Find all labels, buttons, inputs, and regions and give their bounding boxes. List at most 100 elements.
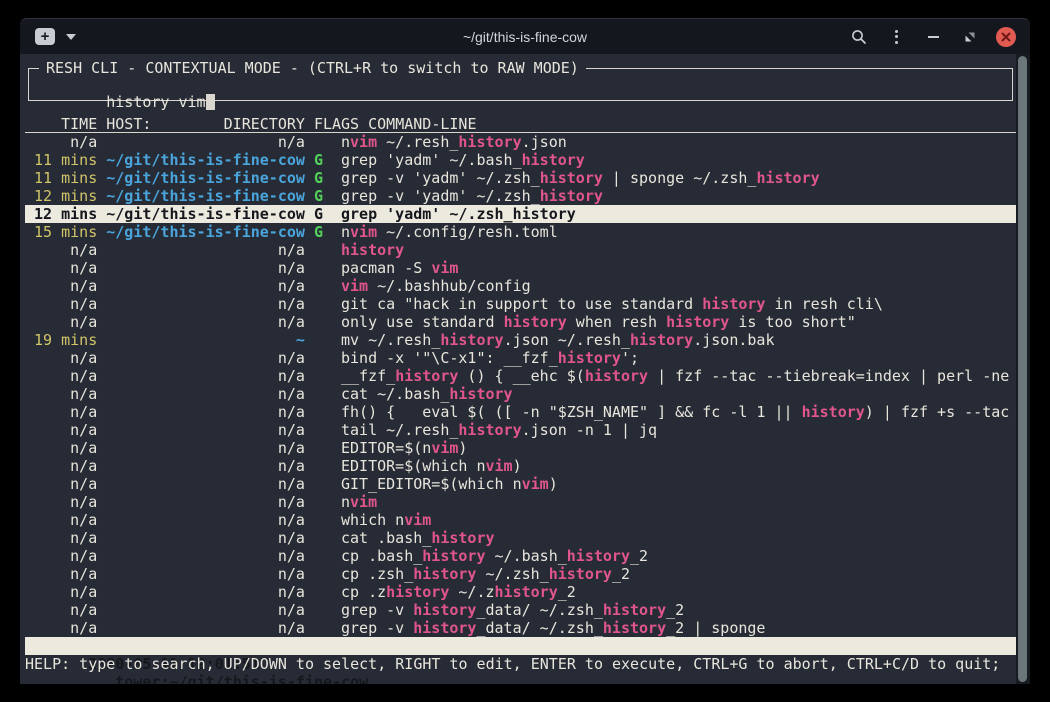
command-match-text: history — [413, 601, 476, 619]
command-text: fh() { eval $( ([ -n "$ZSH_NAME" ] && fc… — [341, 403, 802, 421]
history-row[interactable]: n/an/aEDITOR=$(nvim) — [25, 439, 1016, 457]
row-directory: n/a — [106, 619, 305, 637]
scrollbar-thumb[interactable] — [1018, 56, 1027, 682]
row-command: grep -v history_data/ ~/.zsh_history_2 — [341, 601, 1016, 619]
row-command: grep -v 'yadm' ~/.zsh_history — [341, 187, 1016, 205]
command-match-text: history — [449, 385, 512, 403]
search-button[interactable] — [848, 26, 870, 48]
search-icon — [851, 29, 867, 45]
row-command: GIT_EDITOR=$(which nvim) — [341, 475, 1016, 493]
history-row[interactable]: n/an/abind -x '"\C-x1": __fzf_history'; — [25, 349, 1016, 367]
row-flags — [314, 403, 323, 421]
search-input[interactable]: history vim — [29, 69, 1012, 129]
row-time: 12 mins — [25, 205, 97, 223]
row-time: n/a — [25, 475, 97, 493]
row-flags: G — [314, 205, 323, 223]
row-time: n/a — [25, 421, 97, 439]
row-directory: ~/git/this-is-fine-cow — [106, 151, 305, 169]
command-text: | sponge ~/.zsh_ — [603, 169, 757, 187]
history-row[interactable]: n/an/aonly use standard history when res… — [25, 313, 1016, 331]
row-flags — [314, 493, 323, 511]
row-time: n/a — [25, 385, 97, 403]
history-row[interactable]: n/an/acp .zhistory ~/.zhistory_2 — [25, 583, 1016, 601]
row-directory: n/a — [106, 601, 305, 619]
command-match-text: history — [386, 583, 449, 601]
row-directory: n/a — [106, 439, 305, 457]
history-row[interactable]: n/a n/a tail ~/.resh_history.json -n 1 | j… — [25, 421, 1016, 439]
history-row[interactable]: n/an/avim ~/.bashhub/config — [25, 277, 1016, 295]
row-directory: n/a — [106, 259, 305, 277]
row-time: n/a — [25, 367, 97, 385]
command-text: bind -x '"\C-x1": __fzf_ — [341, 349, 558, 367]
command-match-text: history — [802, 403, 865, 421]
history-row[interactable]: 11 mins~/git/this-is-fine-cowGgrep 'yadm… — [25, 151, 1016, 169]
command-text: cat .bash_ — [341, 529, 431, 547]
command-text: grep -v — [341, 601, 413, 619]
row-flags: G — [314, 151, 323, 169]
minimize-button[interactable] — [922, 26, 944, 48]
row-flags — [314, 547, 323, 565]
row-directory: n/a — [106, 529, 305, 547]
command-match-text: history — [431, 529, 494, 547]
row-command: vim ~/.bashhub/config — [341, 277, 1016, 295]
command-match-text: vim — [522, 475, 549, 493]
history-row[interactable]: n/an/ahistory — [25, 241, 1016, 259]
history-row[interactable]: n/an/agit ca "hack in support to use sta… — [25, 295, 1016, 313]
history-row[interactable]: n/an/awhich nvim — [25, 511, 1016, 529]
new-tab-button[interactable]: + — [35, 28, 55, 45]
history-row[interactable]: n/an/agrep -v history_data/ ~/.zsh_histo… — [25, 601, 1016, 619]
titlebar: + ~/git/this-is-fine-cow — [20, 18, 1030, 54]
row-time: 12 mins — [25, 187, 97, 205]
history-row[interactable]: n/an/aEDITOR=$(which nvim) — [25, 457, 1016, 475]
history-row[interactable]: 19 mins~mv ~/.resh_history.json ~/.resh_… — [25, 331, 1016, 349]
command-match-text: vim — [431, 439, 458, 457]
command-text: cp .zsh_ — [341, 565, 413, 583]
row-command: bind -x '"\C-x1": __fzf_history'; — [341, 349, 1016, 367]
history-row-selected[interactable]: 12 mins~/git/this-is-fine-cowGgrep 'yadm… — [25, 205, 1016, 223]
command-text: is too short" — [729, 313, 855, 331]
history-row[interactable]: n/an/anvim — [25, 493, 1016, 511]
restore-button[interactable] — [959, 26, 981, 48]
row-flags — [314, 529, 323, 547]
row-flags: G — [314, 223, 323, 241]
row-flags: G — [314, 187, 323, 205]
row-command: cp .zsh_history ~/.zsh_history_2 — [341, 565, 1016, 583]
command-text: cat ~/.bash_ — [341, 385, 449, 403]
row-flags — [314, 457, 323, 475]
history-row[interactable]: 11 mins~/git/this-is-fine-cowGgrep -v 'y… — [25, 169, 1016, 187]
command-match-text: history — [504, 313, 567, 331]
history-row[interactable]: n/an/acp .bash_history ~/.bash_history_2 — [25, 547, 1016, 565]
command-match-text: history — [540, 169, 603, 187]
row-directory: ~/git/this-is-fine-cow — [106, 205, 305, 223]
history-row[interactable]: n/an/acat .bash_history — [25, 529, 1016, 547]
history-row[interactable]: 15 mins~/git/this-is-fine-cowGnvim ~/.co… — [25, 223, 1016, 241]
history-row[interactable]: n/an/aGIT_EDITOR=$(which nvim) — [25, 475, 1016, 493]
menu-button[interactable] — [885, 26, 907, 48]
row-directory: n/a — [106, 421, 305, 439]
history-row[interactable]: n/an/acat ~/.bash_history — [25, 385, 1016, 403]
history-row[interactable]: n/an/anvim ~/.resh_history.json — [25, 133, 1016, 151]
close-button[interactable] — [996, 27, 1016, 47]
terminal-content: RESH CLI - CONTEXTUAL MODE - (CTRL+R to … — [20, 54, 1016, 684]
row-flags — [314, 367, 323, 385]
row-time: n/a — [25, 619, 97, 637]
row-time: 11 mins — [25, 169, 97, 187]
command-match-text: vim — [341, 277, 368, 295]
scrollbar[interactable] — [1016, 54, 1030, 684]
history-row[interactable]: n/an/apacman -S vim — [25, 259, 1016, 277]
history-row[interactable]: n/an/afh() { eval $( ([ -n "$ZSH_NAME" ]… — [25, 403, 1016, 421]
row-command: tail ~/.resh_history.json -n 1 | jq — [341, 421, 1016, 439]
command-text: ) — [549, 475, 558, 493]
history-row[interactable]: n/an/acp .zsh_history ~/.zsh_history_2 — [25, 565, 1016, 583]
command-text: () { __ehc $( — [458, 367, 584, 385]
history-row[interactable]: 12 mins~/git/this-is-fine-cowGgrep -v 'y… — [25, 187, 1016, 205]
command-match-text: history — [395, 367, 458, 385]
command-match-text: history — [513, 205, 576, 223]
command-text: in resh cli\ — [765, 295, 882, 313]
history-row[interactable]: n/an/a__fzf_history () { __ehc $(history… — [25, 367, 1016, 385]
command-match-text: history — [603, 601, 666, 619]
history-table-body: n/an/anvim ~/.resh_history.json11 mins~/… — [25, 133, 1016, 637]
tab-dropdown-button[interactable] — [66, 34, 76, 40]
history-row[interactable]: n/an/agrep -v history_data/ ~/.zsh_histo… — [25, 619, 1016, 637]
row-command: cat ~/.bash_history — [341, 385, 1016, 403]
